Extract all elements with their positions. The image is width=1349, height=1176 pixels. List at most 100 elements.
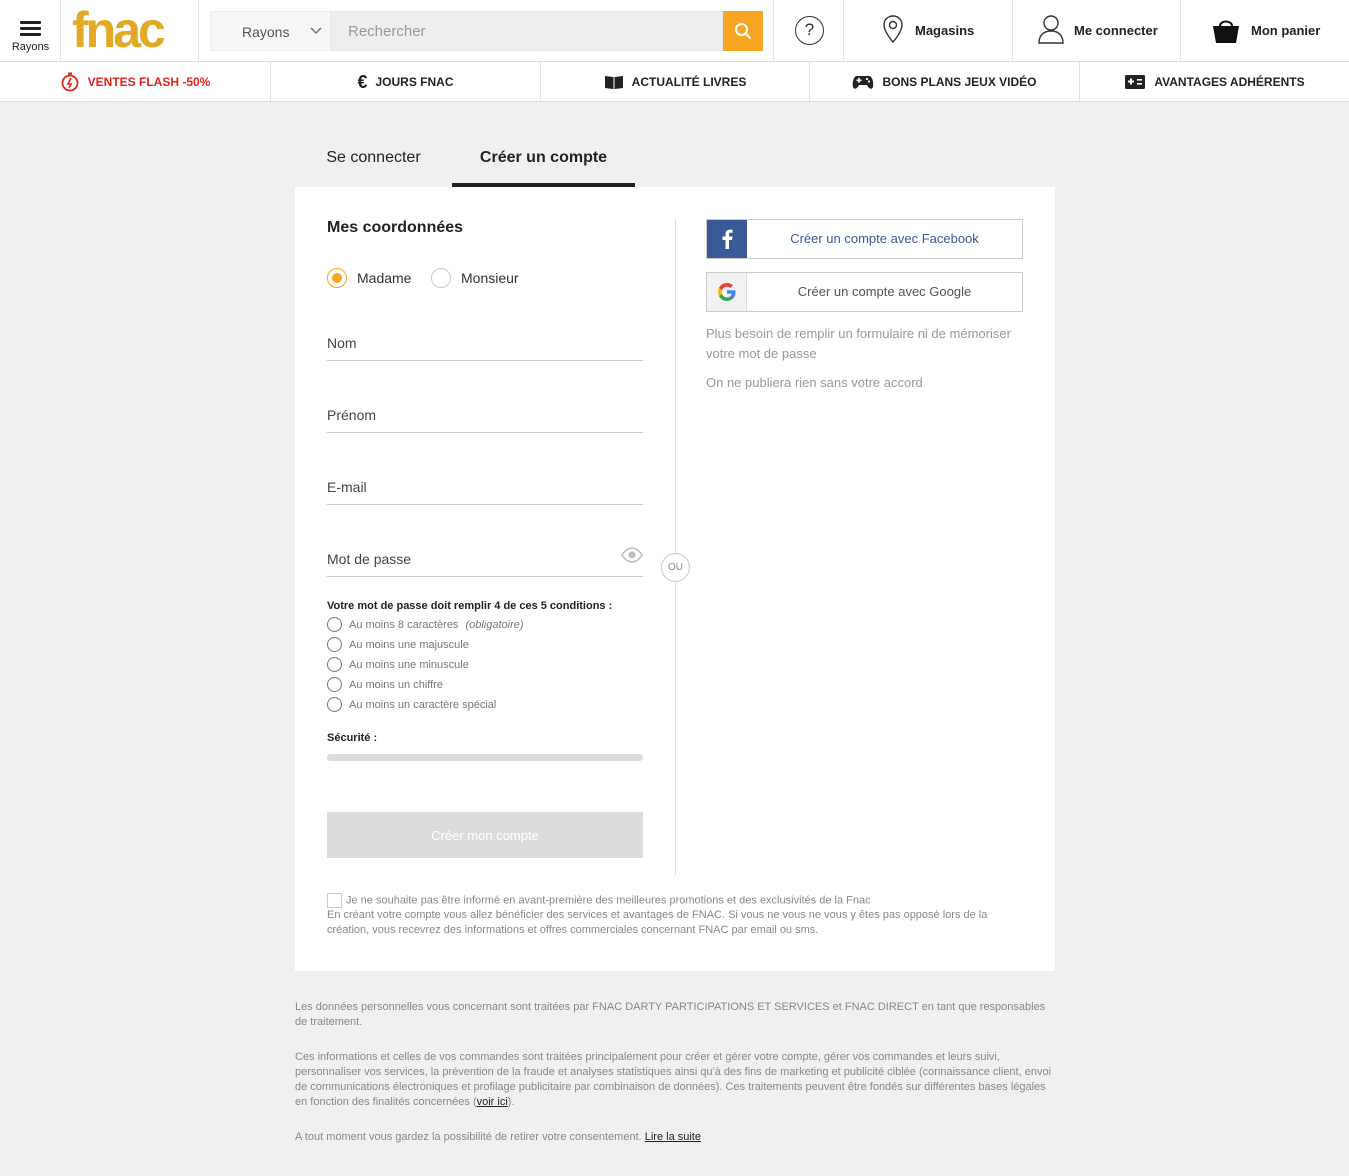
login-link[interactable]: Me connecter (1013, 0, 1181, 61)
section-title: Mes coordonnées (327, 219, 464, 236)
rule-text: Au moins une minuscule (349, 658, 469, 671)
rule-status-icon (327, 617, 342, 632)
google-signup-button[interactable]: Créer un compte avec Google (706, 272, 1023, 312)
optout-info: En créant votre compte vous allez bénéfi… (327, 909, 988, 937)
radio-madame[interactable] (327, 268, 347, 288)
eye-icon[interactable] (621, 547, 643, 563)
nom-field-wrapper (327, 325, 643, 361)
member-card-icon (1125, 75, 1146, 89)
legal-see-here-link[interactable]: voir ici (477, 1096, 508, 1108)
password-field-wrapper (327, 541, 643, 577)
social-note-1: Plus besoin de remplir un formulaire ni … (706, 326, 1011, 361)
search-button[interactable] (723, 11, 763, 51)
login-label: Me connecter (1074, 23, 1158, 38)
nav-item-actualite-livres[interactable]: ACTUALITÉ LIVRES (541, 62, 810, 102)
rule-text: Au moins 8 caractères (349, 618, 459, 631)
password-rule: Au moins 8 caractères (obligatoire) (327, 617, 524, 632)
hamburger-icon (20, 21, 41, 36)
euro-icon: € (357, 71, 368, 92)
facebook-icon (707, 220, 747, 258)
nom-field[interactable] (327, 325, 643, 360)
help-button[interactable]: ? (773, 0, 844, 61)
tab-login[interactable]: Se connecter (295, 135, 452, 187)
google-signup-label: Créer un compte avec Google (797, 284, 972, 299)
optout-checkbox-label: Je ne souhaite pas être informé en avant… (346, 894, 871, 907)
radio-madame-label: Madame (357, 270, 412, 286)
nav-item-bons-plans-jeux[interactable]: BONS PLANS JEUX VIDÉO (810, 62, 1080, 102)
legal-paragraph-1: Les données personnelles vous concernant… (295, 1001, 1046, 1028)
civility-monsieur[interactable]: Monsieur (431, 268, 519, 288)
legal-paragraph-3: A tout moment vous gardez la possibilité… (295, 1130, 1055, 1145)
register-card: Mes coordonnées Madame Monsieur Votre mo… (295, 187, 1055, 971)
prenom-field[interactable] (327, 397, 643, 432)
menu-label: Rayons (11, 41, 50, 53)
password-field[interactable] (327, 541, 607, 576)
radio-monsieur-label: Monsieur (461, 270, 519, 286)
rule-text: Au moins un chiffre (349, 678, 443, 691)
gamepad-icon (853, 76, 874, 89)
rayons-select-label: Rayons (242, 24, 290, 40)
nav-item-jours-fnac[interactable]: € JOURS FNAC (271, 62, 541, 102)
stores-link[interactable]: Magasins (844, 0, 1013, 61)
nav-item-label: JOURS FNAC (375, 75, 454, 89)
nav-item-label: VENTES FLASH -50% (87, 75, 211, 89)
logo-text: fnac (72, 2, 166, 58)
help-icon: ? (795, 16, 824, 45)
rule-text: Au moins une majuscule (349, 638, 469, 651)
rule-status-icon (327, 637, 342, 652)
nav-item-label: ACTUALITÉ LIVRES (631, 75, 747, 89)
legal-text: Ces informations et celles de vos comman… (295, 1051, 1052, 1108)
legal-paragraph-2: Ces informations et celles de vos comman… (295, 1050, 1055, 1110)
cart-label: Mon panier (1251, 23, 1321, 38)
legal-text-end: ). (507, 1096, 515, 1108)
nav-item-ventes-flash[interactable]: VENTES FLASH -50% (0, 62, 271, 102)
password-rule: Au moins une majuscule (327, 637, 469, 652)
password-rule: Au moins un chiffre (327, 677, 443, 692)
facebook-signup-button[interactable]: Créer un compte avec Facebook (706, 219, 1023, 259)
security-label: Sécurité : (327, 732, 378, 744)
social-note-2: On ne publiera rien sans votre accord (706, 375, 923, 390)
tab-register[interactable]: Créer un compte (452, 135, 635, 187)
nav-item-label: AVANTAGES ADHÉRENTS (1154, 75, 1305, 89)
email-field[interactable] (327, 469, 643, 504)
google-icon (707, 273, 747, 311)
password-rules-title: Votre mot de passe doit remplir 4 de ces… (327, 600, 613, 612)
marketing-optout: Je ne souhaite pas être informé en avant… (327, 893, 1027, 938)
legal-text: A tout moment vous gardez la possibilité… (295, 1131, 645, 1143)
security-meter (327, 754, 643, 761)
facebook-signup-label: Créer un compte avec Facebook (790, 231, 979, 246)
site-header: Rayons fnac Rayons ? Magasins Me connect… (0, 0, 1349, 62)
stores-label: Magasins (915, 23, 975, 38)
legal-read-more-link[interactable]: Lire la suite (645, 1131, 701, 1143)
fnac-logo[interactable]: fnac (61, 0, 199, 61)
optout-checkbox[interactable] (327, 893, 342, 908)
user-icon (1038, 15, 1064, 44)
civility-madame[interactable]: Madame (327, 268, 411, 288)
nav-item-label: BONS PLANS JEUX VIDÉO (882, 75, 1037, 89)
rule-status-icon (327, 677, 342, 692)
column-divider (675, 219, 676, 875)
promo-nav: VENTES FLASH -50% € JOURS FNAC ACTUALITÉ… (0, 62, 1349, 102)
menu-button[interactable]: Rayons (0, 0, 61, 61)
auth-tabs: Se connecter Créer un compte (295, 135, 1055, 187)
or-separator: OU (661, 553, 690, 582)
shopping-basket-icon (1213, 20, 1239, 43)
nav-item-avantages-adherents[interactable]: AVANTAGES ADHÉRENTS (1080, 62, 1349, 102)
rayons-select[interactable]: Rayons (210, 11, 330, 51)
prenom-field-wrapper (327, 397, 643, 433)
rule-note: (obligatoire) (465, 618, 524, 631)
location-pin-icon (883, 15, 903, 44)
chevron-down-icon (310, 27, 322, 35)
create-account-button[interactable]: Créer mon compte (327, 812, 643, 858)
email-field-wrapper (327, 469, 643, 505)
stopwatch-icon (61, 72, 79, 92)
cart-link[interactable]: Mon panier (1181, 0, 1349, 61)
radio-monsieur[interactable] (431, 268, 451, 288)
password-rule: Au moins une minuscule (327, 657, 469, 672)
search-input[interactable] (330, 11, 723, 51)
search-icon (735, 23, 752, 40)
book-icon (604, 76, 623, 89)
password-rule: Au moins un caractère spécial (327, 697, 496, 712)
rule-status-icon (327, 697, 342, 712)
rule-text: Au moins un caractère spécial (349, 698, 497, 711)
